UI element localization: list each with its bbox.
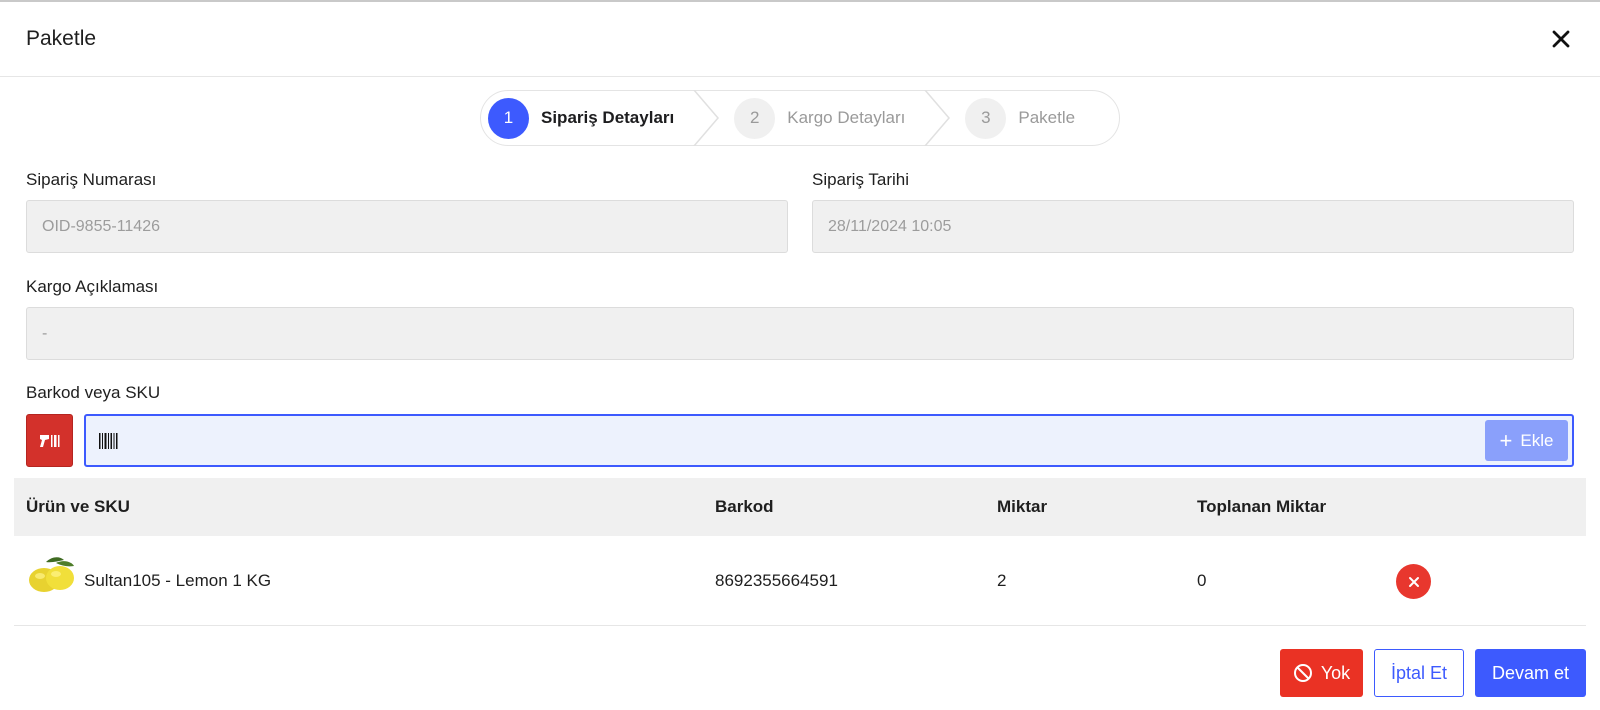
barcode-icon: [99, 432, 118, 449]
product-name: Sultan105 - Lemon 1 KG: [84, 570, 272, 590]
modal-title: Paketle: [26, 27, 97, 50]
step-number: 3: [965, 97, 1007, 139]
column-header-quantity: Miktar: [997, 497, 1048, 516]
barcode-input-box: + Ekle: [84, 414, 1574, 467]
step-label: Paketle: [1018, 108, 1076, 127]
cancel-button[interactable]: İptal Et: [1374, 649, 1464, 697]
order-number-field: OID-9855-11426: [26, 200, 788, 253]
product-quantity: 2: [997, 570, 1007, 590]
product-image: [29, 557, 74, 592]
order-date-field: 28/11/2024 10:05: [812, 200, 1574, 253]
step-number: 2: [734, 97, 776, 139]
step-label: Kargo Detayları: [787, 108, 906, 127]
no-button[interactable]: Yok: [1280, 649, 1363, 697]
step-package[interactable]: 3 Paketle: [965, 91, 1075, 145]
cargo-note-field: -: [26, 307, 1574, 360]
step-order-details[interactable]: 1 Sipariş Detayları: [488, 91, 674, 145]
step-label: Sipariş Detayları: [541, 108, 675, 127]
chevron-right-icon: [693, 90, 720, 146]
table-header: Ürün ve SKU Barkod Miktar Toplanan Mikta…: [14, 478, 1586, 536]
block-icon: [1293, 664, 1312, 682]
column-header-collected: Toplanan Miktar: [1197, 497, 1327, 516]
remove-row-button[interactable]: [1396, 564, 1431, 599]
modal-header: Paketle: [0, 2, 1600, 77]
add-button-label: Ekle: [1520, 430, 1554, 450]
close-icon: [1408, 576, 1419, 587]
order-date-label: Sipariş Tarihi: [812, 170, 910, 189]
barcode-label: Barkod veya SKU: [26, 383, 161, 402]
barcode-scanner-icon: [39, 434, 59, 447]
order-number-label: Sipariş Numarası: [26, 170, 157, 189]
package-modal: Paketle 1 Sipariş Detayları 2 Kargo Deta…: [0, 0, 1600, 710]
add-button[interactable]: + Ekle: [1485, 420, 1568, 461]
no-button-label: Yok: [1320, 662, 1351, 683]
close-icon[interactable]: [1546, 24, 1576, 54]
step-cargo-details[interactable]: 2 Kargo Detayları: [734, 91, 905, 145]
collected-quantity: 0: [1197, 570, 1207, 590]
barcode-input[interactable]: [126, 416, 1572, 465]
plus-icon: +: [1499, 427, 1513, 453]
column-header-barcode: Barkod: [715, 497, 774, 516]
continue-button[interactable]: Devam et: [1475, 649, 1586, 697]
product-barcode: 8692355664591: [715, 570, 838, 590]
chevron-right-icon: [924, 90, 951, 146]
stepper: 1 Sipariş Detayları 2 Kargo Detayları 3 …: [480, 90, 1120, 146]
table-row: Sultan105 - Lemon 1 KG 8692355664591 2 0: [14, 536, 1586, 626]
barcode-scanner-button[interactable]: [26, 414, 73, 467]
column-header-product: Ürün ve SKU: [26, 497, 130, 516]
step-number: 1: [488, 97, 529, 139]
cargo-note-label: Kargo Açıklaması: [26, 277, 159, 296]
